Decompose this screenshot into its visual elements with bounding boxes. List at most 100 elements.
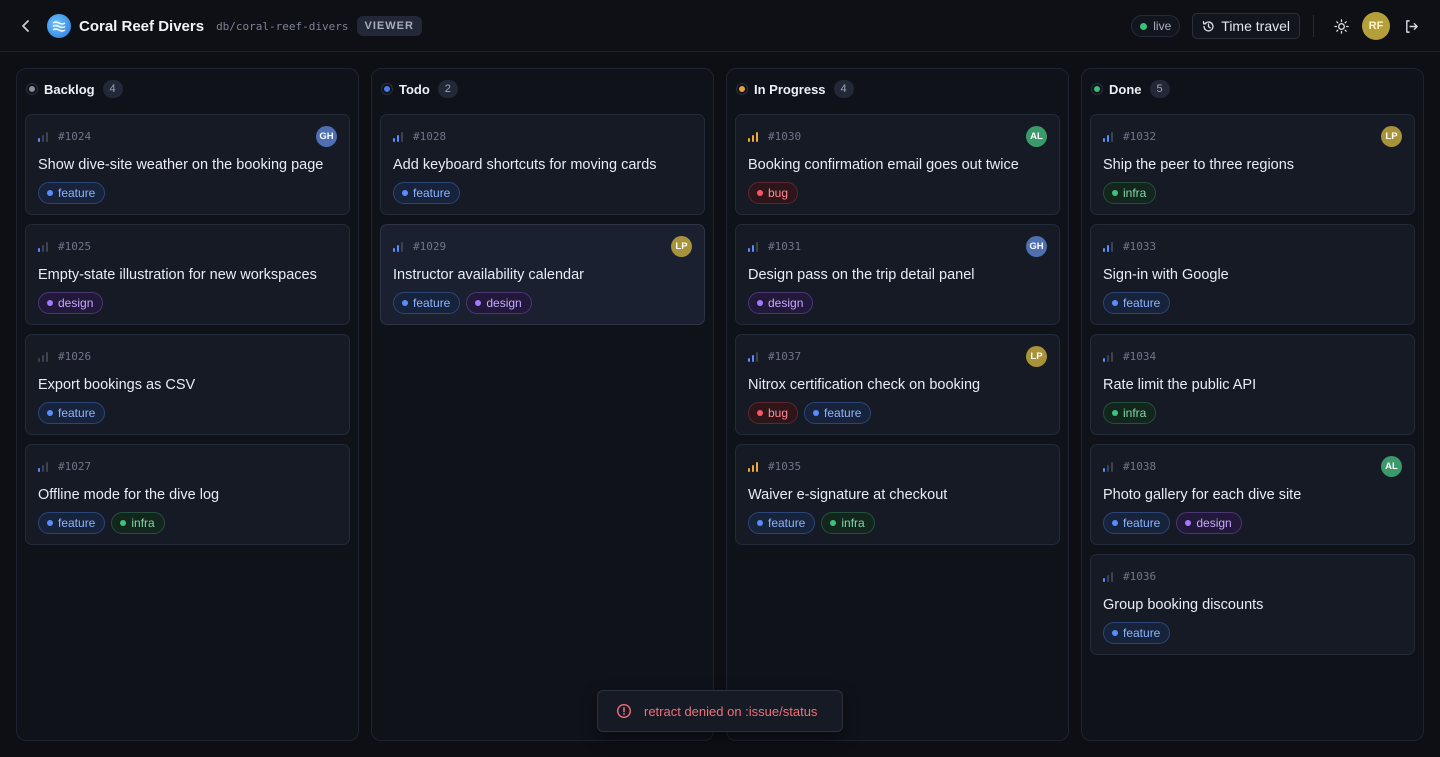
back-button[interactable] — [18, 18, 34, 34]
tag-dot-icon — [1112, 410, 1118, 416]
issue-card[interactable]: #1031 Design pass on the trip detail pane… — [735, 224, 1060, 325]
tag-label: feature — [58, 406, 96, 420]
issue-card[interactable]: #1024 Show dive-site weather on the booki… — [25, 114, 350, 215]
tag-label: feature — [1123, 296, 1161, 310]
issue-card[interactable]: #1034 Rate limit the public API infra — [1090, 334, 1415, 435]
signal-bars-icon — [1103, 571, 1115, 582]
tag-list: infra — [1103, 182, 1162, 204]
tag-label: feature — [58, 186, 96, 200]
tag-label: feature — [768, 516, 806, 530]
tag-list: feature — [38, 182, 111, 204]
signal-bars-icon — [393, 241, 405, 252]
issue-id: #1034 — [1123, 350, 1157, 363]
column-header: Done 5 — [1092, 80, 1170, 98]
card-meta: #1028 — [393, 130, 446, 143]
issue-id: #1033 — [1123, 240, 1157, 253]
tag-design: design — [466, 292, 532, 314]
card-meta: #1036 — [1103, 570, 1156, 583]
card-meta: #1029 — [393, 240, 446, 253]
toast-message: retract denied on :issue/status — [644, 703, 818, 719]
issue-card[interactable]: #1038 Photo gallery for each dive site fea… — [1090, 444, 1415, 545]
tag-feature: feature — [393, 182, 461, 204]
issue-card[interactable]: #1037 Nitrox certification check on booki… — [735, 334, 1060, 435]
time-travel-button[interactable]: Time travel — [1192, 13, 1300, 39]
issue-title: Instructor availability calendar — [393, 267, 585, 283]
card-meta: #1030 — [748, 130, 801, 143]
assignee-avatar: LP — [1381, 126, 1402, 147]
tag-feature: feature — [748, 512, 816, 534]
issue-card[interactable]: #1026 Export bookings as CSV feature — [25, 334, 350, 435]
tag-feature: feature — [38, 402, 106, 424]
issue-title: Waiver e-signature at checkout — [748, 487, 948, 503]
column-title: In Progress — [754, 81, 826, 97]
history-clock-icon — [1203, 20, 1214, 32]
tag-label: design — [58, 296, 94, 310]
card-meta: #1034 — [1103, 350, 1156, 363]
tag-label: design — [768, 296, 804, 310]
theme-toggle-button[interactable] — [1326, 12, 1356, 40]
issue-card[interactable]: #1025 Empty-state illustration for new wo… — [25, 224, 350, 325]
issue-id: #1037 — [768, 350, 802, 363]
user-avatar[interactable]: RF — [1362, 12, 1390, 40]
column-header: Todo 2 — [382, 80, 458, 98]
issue-card[interactable]: #1027 Offline mode for the dive log featur… — [25, 444, 350, 545]
tag-label: feature — [58, 516, 96, 530]
db-path: db/coral-reef-divers — [216, 19, 349, 33]
tag-infra: infra — [111, 512, 165, 534]
kanban-board: Backlog 4 #1024 Show dive-site weather on t… — [16, 68, 1424, 741]
issue-title: Empty-state illustration for new workspa… — [38, 267, 317, 283]
tag-label: bug — [768, 186, 789, 200]
issue-card[interactable]: #1029 Instructor availability calendar fea… — [380, 224, 705, 325]
tag-dot-icon — [475, 300, 482, 306]
issue-title: Offline mode for the dive log — [38, 487, 220, 503]
tag-feature: feature — [1103, 512, 1171, 534]
tag-infra: infra — [1103, 402, 1157, 424]
issue-card[interactable]: #1032 Ship the peer to three regions infra… — [1090, 114, 1415, 215]
issue-title: Ship the peer to three regions — [1103, 157, 1295, 173]
tag-list: feature design — [393, 292, 538, 314]
tag-infra: infra — [821, 512, 875, 534]
issue-card[interactable]: #1028 Add keyboard shortcuts for moving c… — [380, 114, 705, 215]
tag-dot-icon — [47, 410, 53, 416]
tag-label: feature — [1123, 516, 1161, 530]
signal-bars-icon — [38, 461, 50, 472]
alert-circle-icon — [616, 703, 632, 719]
column-title: Done — [1109, 81, 1142, 97]
column-count: 5 — [1149, 80, 1170, 98]
tag-bug: bug — [748, 182, 799, 204]
assignee-avatar: AL — [1026, 126, 1047, 147]
tag-list: feature infra — [38, 512, 171, 534]
card-meta: #1031 — [748, 240, 801, 253]
card-meta: #1024 — [38, 130, 91, 143]
tag-label: design — [486, 296, 522, 310]
tag-label: infra — [841, 516, 865, 530]
tag-feature: feature — [393, 292, 461, 314]
live-status-badge: live — [1131, 15, 1181, 37]
tag-dot-icon — [830, 520, 837, 526]
workspace-title: Coral Reef Divers — [79, 17, 205, 35]
tag-dot-icon — [1112, 520, 1118, 526]
column-status-dot — [382, 84, 392, 94]
tag-bug: bug — [748, 402, 799, 424]
tag-dot-icon — [757, 190, 763, 196]
tag-dot-icon — [402, 190, 408, 196]
card-list: #1030 Booking confirmation email goes out… — [735, 114, 1060, 554]
tag-label: bug — [768, 406, 789, 420]
tag-feature: feature — [1103, 622, 1171, 644]
logout-icon — [1405, 19, 1418, 33]
issue-card[interactable]: #1036 Group booking discounts feature — [1090, 554, 1415, 655]
signal-bars-icon — [748, 461, 760, 472]
issue-title: Group booking discounts — [1103, 597, 1264, 613]
card-meta: #1027 — [38, 460, 91, 473]
issue-card[interactable]: #1035 Waiver e-signature at checkout featu… — [735, 444, 1060, 545]
logout-button[interactable] — [1398, 12, 1424, 40]
issue-card[interactable]: #1033 Sign-in with Google feature — [1090, 224, 1415, 325]
tag-label: feature — [1123, 626, 1161, 640]
column-title: Backlog — [44, 81, 95, 97]
tag-design: design — [748, 292, 814, 314]
issue-card[interactable]: #1030 Booking confirmation email goes out… — [735, 114, 1060, 215]
issue-id: #1028 — [413, 130, 447, 143]
issue-id: #1027 — [58, 460, 92, 473]
issue-title: Photo gallery for each dive site — [1103, 487, 1302, 503]
tag-label: infra — [1123, 406, 1147, 420]
